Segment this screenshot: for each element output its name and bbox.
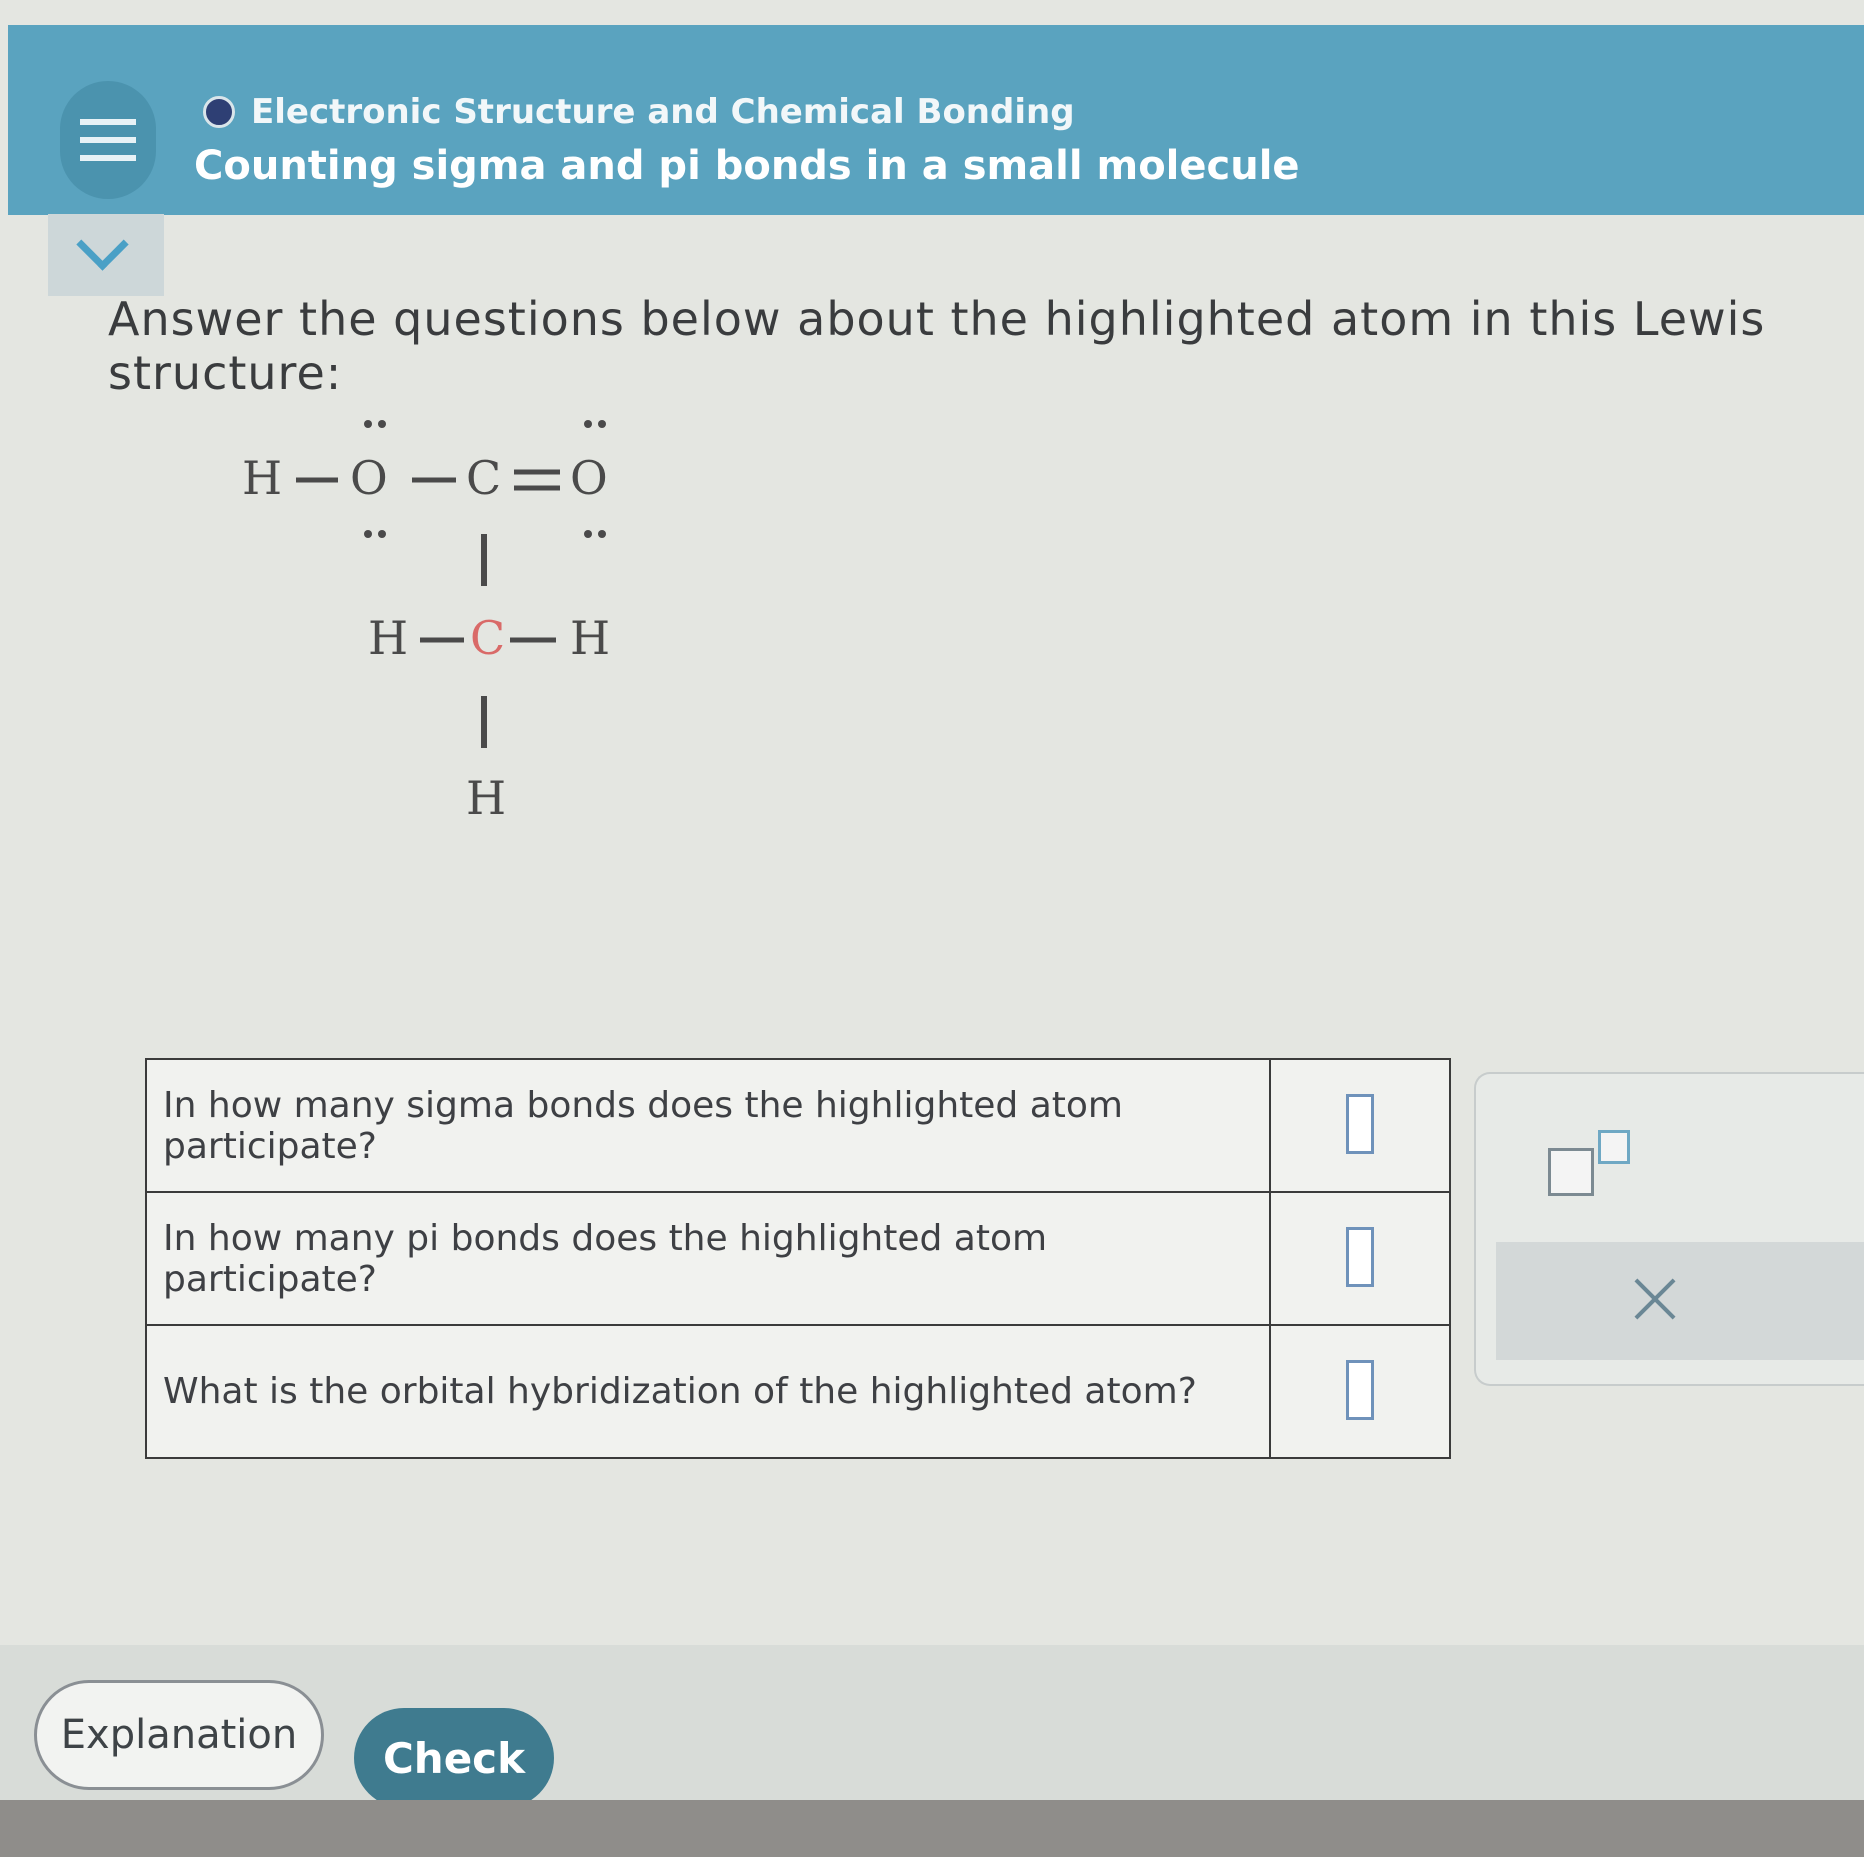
menu-icon-bar	[80, 155, 136, 161]
table-row: In how many sigma bonds does the highlig…	[145, 1058, 1451, 1193]
screen-bezel	[0, 1800, 1864, 1857]
lone-pair-dot	[378, 530, 386, 538]
atom-c-top: C	[466, 451, 501, 505]
questions-table: In how many sigma bonds does the highlig…	[145, 1058, 1451, 1459]
question-sigma-bonds: In how many sigma bonds does the highlig…	[145, 1058, 1271, 1193]
answer-cell	[1269, 1324, 1451, 1459]
close-icon	[1630, 1274, 1680, 1324]
chevron-down-icon	[76, 218, 129, 271]
lone-pair-dot	[584, 420, 592, 428]
collapse-toggle[interactable]	[48, 214, 164, 296]
lone-pair-dot	[584, 530, 592, 538]
check-button[interactable]: Check	[354, 1708, 554, 1808]
lone-pair-dot	[364, 420, 372, 428]
lone-pair-dot	[598, 530, 606, 538]
instruction-text: Answer the questions below about the hig…	[108, 292, 1766, 400]
input-tools-panel	[1474, 1072, 1864, 1386]
lone-pair-dot	[378, 420, 386, 428]
atom-o-double: O	[570, 451, 608, 505]
clear-button[interactable]	[1496, 1242, 1864, 1360]
lewis-structure: H O C O H C H H	[242, 420, 610, 825]
table-row: What is the orbital hybridization of the…	[145, 1324, 1451, 1459]
lone-pair-dot	[598, 420, 606, 428]
atom-h-mid-left: H	[368, 611, 408, 665]
atom-o-single: O	[350, 451, 388, 505]
question-pi-bonds: In how many pi bonds does the highlighte…	[145, 1191, 1271, 1326]
page-title: Counting sigma and pi bonds in a small m…	[194, 143, 1300, 189]
menu-icon	[80, 119, 136, 125]
atom-h-bottom: H	[466, 771, 506, 825]
explanation-button[interactable]: Explanation	[34, 1680, 324, 1790]
superscript-button[interactable]	[1548, 1130, 1638, 1200]
answer-input-sigma[interactable]	[1346, 1093, 1374, 1154]
menu-button[interactable]	[60, 81, 156, 199]
answer-input-hybridization[interactable]	[1346, 1359, 1374, 1420]
topic-label: Electronic Structure and Chemical Bondin…	[251, 92, 1075, 132]
answer-input-pi[interactable]	[1346, 1226, 1374, 1287]
superscript-icon	[1548, 1148, 1594, 1196]
atom-c-highlighted: C	[470, 611, 505, 665]
answer-cell	[1269, 1191, 1451, 1326]
header-bar: Electronic Structure and Chemical Bondin…	[8, 25, 1864, 215]
lone-pair-dot	[364, 530, 372, 538]
topic-row: Electronic Structure and Chemical Bondin…	[203, 87, 1075, 137]
superscript-exponent-box	[1598, 1130, 1630, 1164]
atom-h-mid-right: H	[570, 611, 610, 665]
question-hybridization: What is the orbital hybridization of the…	[145, 1324, 1271, 1459]
menu-icon-bar	[80, 137, 136, 143]
answer-cell	[1269, 1058, 1451, 1193]
table-row: In how many pi bonds does the highlighte…	[145, 1191, 1451, 1326]
atom-h-left: H	[242, 451, 282, 505]
topic-dot-icon	[203, 96, 235, 128]
